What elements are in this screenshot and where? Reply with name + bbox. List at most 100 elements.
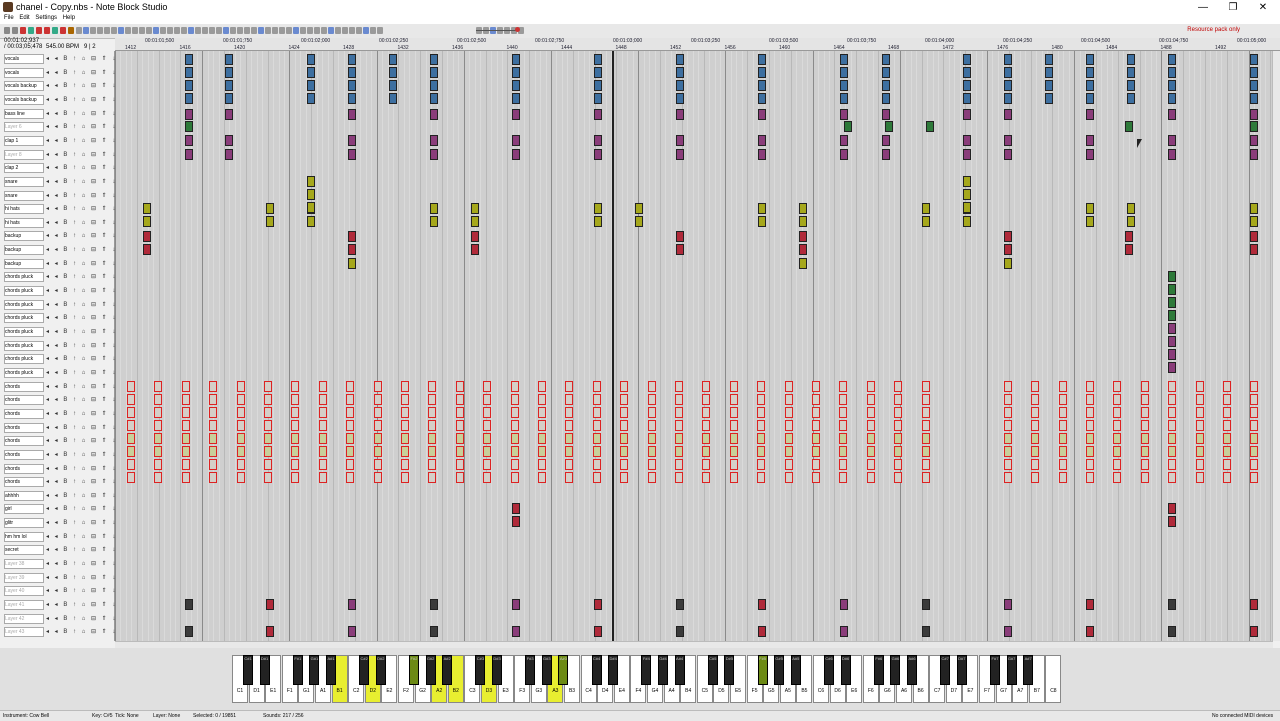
note-block[interactable] [181, 407, 190, 418]
note-block[interactable] [1004, 80, 1012, 91]
note-block[interactable] [512, 109, 520, 120]
note-block[interactable] [565, 433, 574, 444]
note-block[interactable] [921, 381, 930, 392]
layer-name-field[interactable]: girl [4, 504, 44, 515]
note-block[interactable] [1223, 394, 1231, 405]
note-block[interactable] [839, 407, 848, 418]
note-block[interactable] [840, 149, 848, 160]
note-block[interactable] [963, 216, 971, 227]
toolbar-tool-icon[interactable] [160, 27, 166, 34]
note-block[interactable] [1250, 599, 1258, 610]
note-block[interactable] [758, 626, 766, 637]
note-block[interactable] [839, 420, 848, 431]
note-block[interactable] [185, 626, 193, 637]
layer-controls[interactable]: ◂ ◂ B ↑ ⌂ ⊟ ⇑ ↓ [46, 55, 117, 62]
note-block[interactable] [799, 231, 807, 242]
note-block[interactable] [676, 244, 684, 255]
note-block[interactable] [812, 407, 820, 418]
note-block[interactable] [538, 381, 546, 392]
toolbar-tool-icon[interactable] [237, 27, 243, 34]
note-block[interactable] [812, 381, 820, 392]
note-block[interactable] [1168, 503, 1176, 514]
note-block[interactable] [471, 203, 479, 214]
note-block[interactable] [1003, 420, 1012, 431]
note-block[interactable] [840, 67, 848, 78]
piano-black-key[interactable]: C#1 [243, 655, 253, 685]
note-block[interactable] [1250, 149, 1258, 160]
layer-controls[interactable]: ◂ ◂ B ↑ ⌂ ⊟ ⇑ ↓ [46, 123, 117, 130]
piano-black-key[interactable]: A#4 [674, 655, 685, 685]
note-block[interactable] [839, 433, 848, 444]
note-block[interactable] [291, 459, 300, 470]
note-block[interactable] [538, 433, 546, 444]
menu-help[interactable]: Help [63, 15, 75, 21]
note-block[interactable] [291, 381, 300, 392]
layer-controls[interactable]: ◂ ◂ B ↑ ⌂ ⊟ ⇑ ↓ [46, 396, 117, 403]
note-block[interactable] [346, 459, 355, 470]
note-block[interactable] [143, 231, 151, 242]
note-block[interactable] [510, 472, 519, 483]
note-block[interactable] [1004, 135, 1012, 146]
note-block[interactable] [757, 420, 766, 431]
note-block[interactable] [1140, 472, 1149, 483]
toolbar-tool-icon[interactable] [335, 27, 341, 34]
note-block[interactable] [209, 381, 218, 392]
note-block[interactable] [1168, 310, 1176, 321]
toolbar-tool-icon[interactable] [251, 27, 257, 34]
note-block[interactable] [840, 599, 848, 610]
note-block[interactable] [1125, 231, 1133, 242]
note-block[interactable] [483, 394, 492, 405]
note-block[interactable] [1031, 420, 1040, 431]
note-block[interactable] [1086, 54, 1094, 65]
note-block[interactable] [1168, 433, 1177, 444]
note-block[interactable] [1195, 459, 1204, 470]
note-block[interactable] [1113, 446, 1122, 457]
note-block[interactable] [266, 599, 274, 610]
note-block[interactable] [264, 420, 272, 431]
note-block[interactable] [181, 446, 190, 457]
note-block[interactable] [1195, 433, 1204, 444]
note-block[interactable] [647, 407, 656, 418]
note-block[interactable] [154, 394, 163, 405]
note-block[interactable] [318, 433, 327, 444]
note-block[interactable] [676, 149, 684, 160]
piano-black-key[interactable]: A#1 [326, 655, 336, 685]
note-block[interactable] [348, 135, 356, 146]
toolbar-tool-icon[interactable] [328, 27, 334, 34]
piano-black-key[interactable]: D#1 [259, 655, 270, 685]
note-block[interactable] [181, 459, 190, 470]
note-block[interactable] [866, 394, 875, 405]
note-block[interactable] [1004, 149, 1012, 160]
note-block[interactable] [225, 67, 233, 78]
layer-controls[interactable]: ◂ ◂ B ↑ ⌂ ⊟ ⇑ ↓ [46, 110, 117, 117]
toolbar-tool-icon[interactable] [111, 27, 117, 34]
toolbar-tool-icon[interactable] [244, 27, 250, 34]
note-block[interactable] [922, 599, 930, 610]
piano-black-key[interactable]: C#7 [940, 655, 951, 685]
note-block[interactable] [839, 459, 848, 470]
note-block[interactable] [510, 394, 519, 405]
piano-black-key[interactable]: C#6 [824, 655, 834, 685]
toolbar-tool-icon[interactable] [314, 27, 320, 34]
note-block[interactable] [702, 472, 711, 483]
note-block[interactable] [812, 420, 820, 431]
note-block[interactable] [1086, 459, 1094, 470]
piano-black-key[interactable]: G#4 [658, 655, 668, 685]
note-block[interactable] [922, 216, 930, 227]
note-block[interactable] [866, 420, 875, 431]
toolbar-tool-icon[interactable] [202, 27, 208, 34]
layer-controls[interactable]: ◂ ◂ B ↑ ⌂ ⊟ ⇑ ↓ [46, 424, 117, 431]
note-block[interactable] [154, 407, 163, 418]
note-block[interactable] [729, 420, 738, 431]
note-block[interactable] [373, 407, 382, 418]
note-block[interactable] [963, 149, 971, 160]
note-block[interactable] [428, 407, 437, 418]
note-block[interactable] [565, 446, 574, 457]
note-block[interactable] [784, 459, 793, 470]
note-block[interactable] [225, 149, 233, 160]
note-block[interactable] [1250, 54, 1258, 65]
note-block[interactable] [635, 203, 643, 214]
note-block[interactable] [1113, 394, 1122, 405]
note-block[interactable] [676, 67, 684, 78]
note-block[interactable] [1250, 244, 1258, 255]
